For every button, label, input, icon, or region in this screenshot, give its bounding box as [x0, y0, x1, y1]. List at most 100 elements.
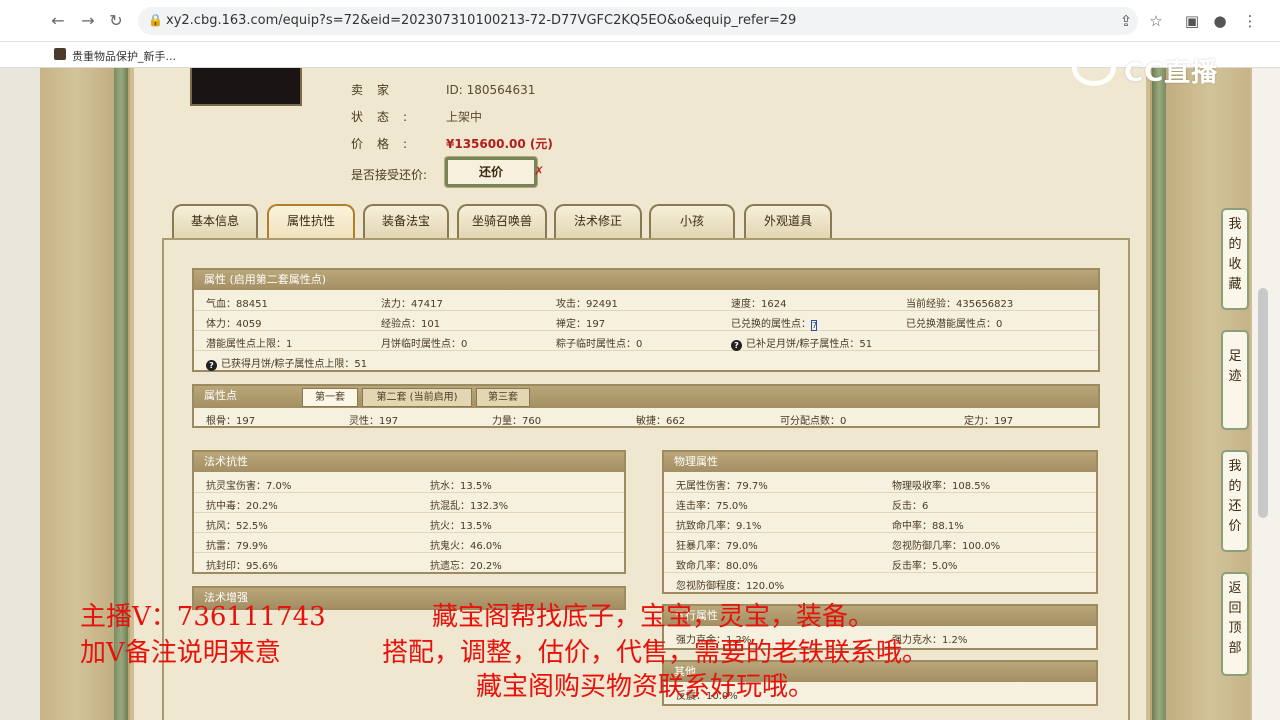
attr-cell: 攻击：92491 — [556, 299, 618, 310]
resist-cell: 抗封印：95.6% — [206, 561, 278, 572]
lock-icon: 🔒 — [148, 13, 163, 27]
address-bar[interactable]: 🔒 xy2.cbg.163.com/equip?s=72&eid=2023073… — [138, 7, 1138, 35]
overlay-services-line: 搭配，调整，估价，代售，需要的老铁联系哦。 — [382, 638, 929, 668]
overlay-service-line: 藏宝阁帮找底子，宝宝，灵宝，装备。 — [432, 602, 875, 632]
physical-cell: 致命几率：80.0% — [676, 561, 758, 572]
my-offers-label: 我的还价 — [1228, 459, 1242, 534]
item-thumbnail — [190, 68, 302, 106]
my-offers-button[interactable]: 我的还价 — [1221, 450, 1249, 552]
tab-basic-info[interactable]: 基本信息 — [172, 204, 258, 238]
tab-attributes[interactable]: 属性抗性 — [267, 204, 355, 238]
bookmark-favicon-icon — [54, 48, 66, 60]
point-cell: 力量：760 — [492, 416, 542, 427]
resist-cell: 抗水：13.5% — [430, 481, 492, 492]
not-accepted-icon: ✗ — [534, 164, 545, 178]
tab-appearance[interactable]: 外观道具 — [744, 204, 832, 238]
point-cell: 可分配点数：0 — [780, 416, 847, 427]
sidepanel-icon[interactable]: ▣ — [1182, 11, 1202, 31]
attr-cell: 当前经验：435656823 — [906, 299, 1014, 310]
resist-header: 法术抗性 — [194, 452, 624, 472]
attr-cell: 法力：47417 — [381, 299, 443, 310]
physical-cell: 无属性伤害：79.7% — [676, 481, 768, 492]
points-title: 属性点 — [204, 389, 237, 402]
seller-row: 卖家 ID: 180564631 — [351, 81, 535, 98]
attr-cell: 体力：4059 — [206, 319, 262, 330]
attributes-section: 属性 (启用第二套属性点) 气血：88451 法力：47417 攻击：92491… — [192, 268, 1100, 372]
physical-cell: 狂暴几率：79.0% — [676, 541, 758, 552]
resist-cell: 抗风：52.5% — [206, 521, 268, 532]
seller-id: ID: 180564631 — [446, 83, 536, 97]
attributes-header: 属性 (启用第二套属性点) — [194, 270, 1098, 290]
footprints-button[interactable]: 足迹 — [1221, 330, 1249, 430]
reload-icon[interactable]: ↻ — [106, 11, 126, 31]
physical-cell: 命中率：88.1% — [892, 521, 964, 532]
resist-cell: 抗混乱：132.3% — [430, 501, 509, 512]
physical-cell: 忽视防御几率：100.0% — [892, 541, 1001, 552]
help-icon[interactable]: ? — [206, 360, 217, 371]
physical-section: 物理属性 无属性伤害：79.7% 连击率：75.0% 抗致命几率：9.1% 狂暴… — [662, 450, 1098, 594]
point-cell: 灵性：197 — [349, 416, 399, 427]
physical-cell: 反击：6 — [892, 501, 929, 512]
resist-cell: 抗雷：79.9% — [206, 541, 268, 552]
resist-cell: 抗中毒：20.2% — [206, 501, 278, 512]
tab-mounts[interactable]: 坐骑召唤兽 — [457, 204, 547, 238]
status-row: 状态: 上架中 — [351, 108, 482, 125]
bookmark-star-icon[interactable]: ☆ — [1146, 11, 1166, 31]
attr-cell: 粽子临时属性点：0 — [556, 339, 643, 350]
attr-cell-help: ? 已获得月饼/粽子属性点上限：51 — [206, 355, 367, 371]
overlay-contact-note: 加V备注说明来意 — [80, 638, 281, 668]
bookmark-item[interactable]: 贵重物品保护_新手... — [72, 48, 176, 64]
attr-cell: 经验点：101 — [381, 319, 441, 330]
counter-offer-button[interactable]: 还价 — [445, 157, 537, 187]
subtab-set-1[interactable]: 第一套 — [302, 388, 358, 407]
attr-cell: 月饼临时属性点：0 — [381, 339, 468, 350]
attr-help-label: 已补足月饼/粽子属性点：51 — [746, 339, 873, 350]
resist-cell: 抗火：13.5% — [430, 521, 492, 532]
cc-live-watermark: CC直播 — [1072, 48, 1248, 90]
physical-header: 物理属性 — [664, 452, 1096, 472]
subtab-set-2[interactable]: 第二套 (当前启用) — [362, 388, 472, 407]
help-icon[interactable]: ? — [731, 340, 742, 351]
url-text: xy2.cbg.163.com/equip?s=72&eid=202307310… — [166, 13, 797, 28]
point-cell: 根骨：197 — [206, 416, 256, 427]
back-icon[interactable]: ← — [48, 11, 68, 31]
physical-cell: 忽视防御程度：120.0% — [676, 581, 785, 592]
browser-toolbar: ← → ↻ 🔒 xy2.cbg.163.com/equip?s=72&eid=2… — [0, 0, 1280, 42]
status-value: 上架中 — [446, 110, 483, 124]
back-to-top-label: 返回顶部 — [1228, 581, 1242, 656]
menu-icon[interactable]: ⋮ — [1240, 11, 1260, 31]
tab-child[interactable]: 小孩 — [649, 204, 735, 238]
physical-cell: 抗致命几率：9.1% — [676, 521, 762, 532]
attr-cell-converted: 已兑换的属性点：7 — [731, 315, 817, 331]
back-to-top-button[interactable]: 返回顶部 — [1221, 572, 1249, 676]
overlay-streamer-id: 主播V：736111743 — [80, 602, 326, 632]
attr-cell: 已兑换潜能属性点：0 — [906, 319, 1003, 330]
price-key: 价格: — [351, 137, 422, 151]
counter-offer-label: 是否接受还价: — [351, 168, 428, 182]
subtab-set-3[interactable]: 第三套 — [476, 388, 530, 407]
my-favorites-button[interactable]: 我的收藏 — [1221, 208, 1249, 310]
resist-cell: 抗鬼火：46.0% — [430, 541, 502, 552]
point-cell: 定力：197 — [964, 416, 1014, 427]
price-value: ¥135600.00 (元) — [446, 137, 553, 151]
resist-section: 法术抗性 抗灵宝伤害：7.0% 抗中毒：20.2% 抗风：52.5% 抗雷：79… — [192, 450, 626, 574]
share-icon[interactable]: ⇪ — [1116, 11, 1136, 31]
forward-icon[interactable]: → — [78, 11, 98, 31]
attr-cell: 气血：88451 — [206, 299, 268, 310]
point-cell: 敏捷：662 — [636, 416, 686, 427]
tab-equipment[interactable]: 装备法宝 — [363, 204, 449, 238]
points-section: 属性点 第一套 第二套 (当前启用) 第三套 根骨：197 灵性：197 力量：… — [192, 384, 1100, 428]
attr-cell: 速度：1624 — [731, 299, 787, 310]
seller-key: 卖家 — [351, 83, 404, 97]
footprints-label: 足迹 — [1228, 349, 1242, 384]
physical-cell: 反击率：5.0% — [892, 561, 958, 572]
attr-converted-label: 已兑换的属性点： — [731, 319, 811, 330]
overlay-purchase-line: 藏宝阁购买物资联系好玩哦。 — [476, 672, 815, 702]
resist-cell: 抗灵宝伤害：7.0% — [206, 481, 292, 492]
physical-cell: 连击率：75.0% — [676, 501, 748, 512]
profile-icon[interactable]: ● — [1210, 11, 1230, 31]
scrollbar-thumb[interactable] — [1258, 288, 1268, 518]
attr-cell-help: ? 已补足月饼/粽子属性点：51 — [731, 335, 872, 351]
left-gutter — [0, 68, 40, 720]
tab-spell-correction[interactable]: 法术修正 — [554, 204, 642, 238]
